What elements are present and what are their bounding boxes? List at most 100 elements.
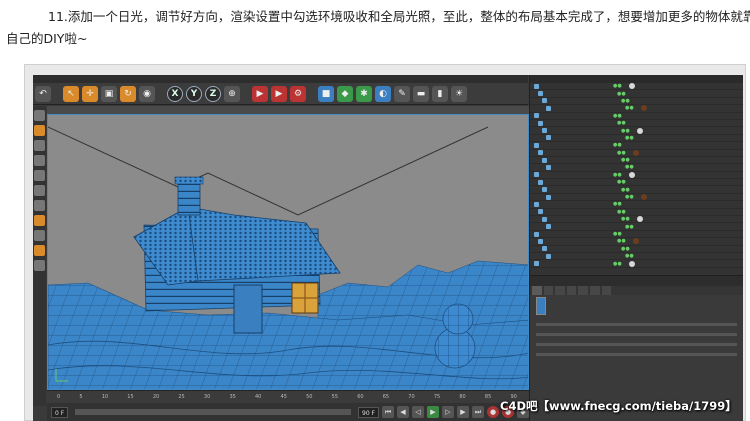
- object-row[interactable]: ●●: [530, 209, 743, 217]
- object-row[interactable]: ●●: [530, 149, 743, 157]
- next-key-icon[interactable]: ▶: [457, 406, 469, 418]
- object-row[interactable]: ●●: [530, 120, 743, 128]
- points-mode-icon[interactable]: [34, 140, 45, 151]
- object-row[interactable]: ●●: [530, 171, 743, 180]
- previous-frame-icon[interactable]: ◁: [412, 406, 424, 418]
- visibility-dots[interactable]: ●●: [617, 238, 631, 244]
- object-row[interactable]: ●●: [530, 260, 743, 268]
- visibility-dots[interactable]: ●●: [617, 91, 631, 97]
- object-row[interactable]: ●●: [530, 105, 743, 113]
- y-axis-toggle[interactable]: Y: [186, 85, 202, 102]
- material-tag-icon[interactable]: [637, 127, 643, 134]
- visibility-dots[interactable]: ●●: [617, 150, 631, 156]
- intensity-slider[interactable]: [536, 322, 737, 326]
- material-tag-icon[interactable]: [641, 194, 647, 201]
- visibility-dots[interactable]: ●●: [621, 157, 635, 163]
- z-axis-toggle[interactable]: Z: [205, 85, 221, 102]
- visibility-dots[interactable]: ●●: [625, 224, 639, 230]
- material-tag-icon[interactable]: [641, 105, 647, 112]
- select-tool-icon[interactable]: ↖: [63, 85, 79, 102]
- object-row[interactable]: ●●: [530, 253, 743, 261]
- workplane-icon[interactable]: [34, 230, 45, 241]
- cube-primitive-icon[interactable]: ■: [318, 85, 334, 102]
- render-settings-icon[interactable]: ⚙: [290, 85, 306, 102]
- rotate-tool-icon[interactable]: ↻: [120, 85, 136, 102]
- live-select-icon[interactable]: ◉: [139, 85, 155, 102]
- object-row[interactable]: ●●: [530, 231, 743, 239]
- coordinate-system-icon[interactable]: ⊕: [224, 85, 240, 102]
- 3d-viewport[interactable]: [47, 114, 529, 390]
- start-frame-field[interactable]: 0 F: [51, 406, 69, 418]
- timeline-ruler[interactable]: 0 5 10 15 20 25 30 35 40 45 50 55 60 65 70 75 80 85 90: [47, 390, 529, 402]
- object-row[interactable]: ●●: [530, 223, 743, 231]
- undo-icon[interactable]: ↶: [35, 85, 51, 102]
- spline-pen-icon[interactable]: ✎: [394, 85, 410, 102]
- solo-icon[interactable]: [34, 245, 45, 256]
- object-row[interactable]: ●●: [530, 113, 743, 120]
- object-row[interactable]: ●●: [530, 186, 743, 194]
- go-to-start-icon[interactable]: ⏮: [382, 406, 394, 418]
- render-view-icon[interactable]: ▶: [252, 85, 268, 102]
- color-swatch[interactable]: [536, 297, 546, 315]
- visibility-dots[interactable]: ●●: [625, 164, 639, 170]
- polygons-mode-icon[interactable]: [34, 170, 45, 181]
- locked-workplane-icon[interactable]: [34, 260, 45, 271]
- visibility-dots[interactable]: ●●: [613, 172, 627, 178]
- light-icon[interactable]: ☀: [451, 85, 467, 102]
- visibility-dots[interactable]: ●●: [613, 201, 627, 207]
- attribute-tab[interactable]: [566, 286, 577, 295]
- scene-floor-icon[interactable]: ▬: [413, 85, 429, 102]
- texture-mode-icon[interactable]: [34, 125, 45, 136]
- material-tag-icon[interactable]: [629, 260, 635, 267]
- record-icon[interactable]: ●: [487, 406, 499, 418]
- frame-range-slider[interactable]: [75, 409, 351, 415]
- end-frame-field[interactable]: 90 F: [358, 406, 379, 418]
- attribute-tab[interactable]: [578, 286, 588, 295]
- object-row[interactable]: ●●: [530, 238, 743, 246]
- object-row[interactable]: ●●: [530, 98, 743, 106]
- visibility-dots[interactable]: ●●: [613, 113, 627, 119]
- object-row[interactable]: ●●: [530, 194, 743, 202]
- object-row[interactable]: ●●: [530, 179, 743, 187]
- nurbs-icon[interactable]: ◆: [337, 85, 353, 102]
- object-row[interactable]: ●●: [530, 201, 743, 209]
- object-row[interactable]: ●●: [530, 90, 743, 98]
- deformer-icon[interactable]: ◐: [375, 85, 391, 102]
- material-tag-icon[interactable]: [629, 171, 635, 178]
- go-to-end-icon[interactable]: ⏭: [472, 406, 484, 418]
- visibility-dots[interactable]: ●●: [621, 98, 635, 104]
- visibility-dots[interactable]: ●●: [625, 194, 639, 200]
- material-tag-icon[interactable]: [637, 216, 643, 223]
- visibility-dots[interactable]: ●●: [613, 83, 627, 89]
- visibility-dots[interactable]: ●●: [621, 216, 635, 222]
- snapping-icon[interactable]: [34, 215, 45, 226]
- object-row[interactable]: ●●: [530, 164, 743, 172]
- temperature-slider[interactable]: [536, 332, 737, 336]
- model-mode-icon[interactable]: [34, 110, 45, 121]
- shadow-dropdown[interactable]: [536, 352, 737, 356]
- visibility-dots[interactable]: ●●: [625, 135, 639, 141]
- object-row[interactable]: ●●: [530, 83, 743, 91]
- visibility-dots[interactable]: ●●: [613, 142, 627, 148]
- tweak-mode-icon[interactable]: [34, 200, 45, 211]
- move-tool-icon[interactable]: ✛: [82, 85, 98, 102]
- render-picture-viewer-icon[interactable]: ▶: [271, 85, 287, 102]
- scale-tool-icon[interactable]: ▣: [101, 85, 117, 102]
- visibility-dots[interactable]: ●●: [625, 253, 639, 259]
- visibility-dots[interactable]: ●●: [621, 187, 635, 193]
- visibility-dots[interactable]: ●●: [621, 128, 635, 134]
- next-frame-icon[interactable]: ▷: [442, 406, 454, 418]
- attribute-tab[interactable]: [532, 286, 542, 295]
- material-tag-icon[interactable]: [629, 83, 635, 90]
- previous-key-icon[interactable]: ◀: [397, 406, 409, 418]
- visibility-dots[interactable]: ●●: [617, 209, 631, 215]
- visibility-dots[interactable]: ●●: [613, 231, 627, 237]
- type-dropdown[interactable]: [536, 342, 737, 346]
- material-tag-icon[interactable]: [633, 238, 639, 245]
- axis-mode-icon[interactable]: [34, 185, 45, 196]
- object-row[interactable]: ●●: [530, 142, 743, 150]
- visibility-dots[interactable]: ●●: [617, 179, 631, 185]
- object-row[interactable]: ●●: [530, 127, 743, 135]
- object-row[interactable]: ●●: [530, 216, 743, 224]
- visibility-dots[interactable]: ●●: [621, 246, 635, 252]
